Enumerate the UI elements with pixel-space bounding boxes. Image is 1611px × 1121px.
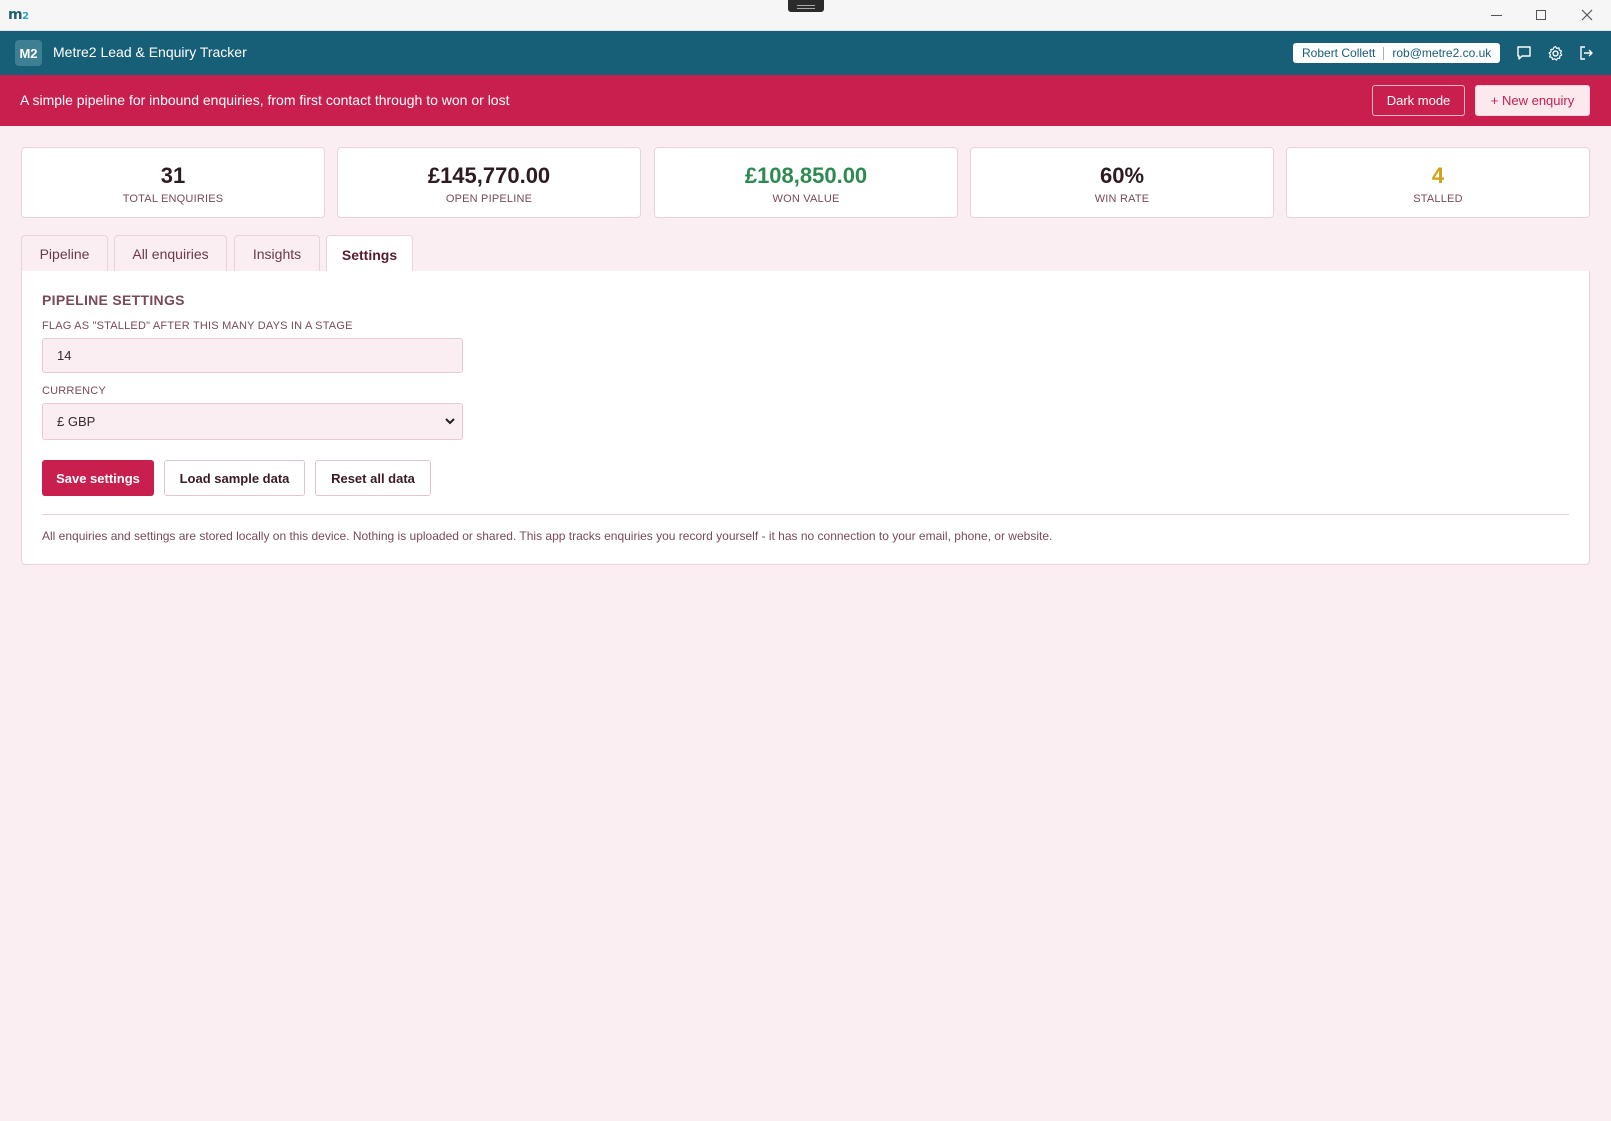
stat-value: 4: [1431, 163, 1445, 188]
banner-text: A simple pipeline for inbound enquiries,…: [20, 92, 510, 108]
tab-all-enquiries[interactable]: All enquiries: [114, 235, 227, 272]
new-enquiry-button[interactable]: + New enquiry: [1475, 85, 1590, 116]
stat-value: £145,770.00: [427, 163, 551, 188]
tab-settings[interactable]: Settings: [326, 235, 413, 274]
stat-card-win-rate: 60% WIN RATE: [970, 147, 1274, 218]
feedback-button[interactable]: [1514, 43, 1534, 63]
chevron-down-icon: [445, 418, 455, 425]
stat-value: 31: [160, 163, 186, 188]
save-settings-button[interactable]: Save settings: [42, 460, 154, 496]
logout-button[interactable]: [1576, 43, 1596, 63]
chat-icon: [1517, 46, 1531, 60]
stat-label: WIN RATE: [1094, 193, 1150, 205]
drag-handle[interactable]: [788, 0, 824, 12]
app-title: Metre2 Lead & Enquiry Tracker: [53, 44, 247, 60]
stat-card-open-pipeline: £145,770.00 OPEN PIPELINE: [337, 147, 641, 218]
stat-label: STALLED: [1413, 193, 1463, 205]
user-email: rob@metre2.co.uk: [1392, 46, 1492, 60]
divider: [42, 514, 1569, 515]
stat-card-won-value: £108,850.00 WON VALUE: [654, 147, 958, 218]
reset-all-data-button[interactable]: Reset all data: [315, 460, 431, 496]
app-badge: M2: [15, 40, 42, 66]
maximize-button[interactable]: [1518, 0, 1564, 30]
stat-label: WON VALUE: [772, 193, 840, 205]
dark-mode-button[interactable]: Dark mode: [1372, 85, 1465, 116]
maximize-icon: [1536, 10, 1546, 20]
minimize-icon: [1490, 14, 1502, 16]
tab-pipeline[interactable]: Pipeline: [21, 235, 108, 272]
user-pill-divider: [1383, 46, 1385, 60]
stalled-days-input[interactable]: 14: [42, 338, 463, 373]
stat-value: £108,850.00: [744, 163, 868, 188]
app-header: M2 Metre2 Lead & Enquiry Tracker Robert …: [0, 31, 1611, 75]
user-name: Robert Collett: [1302, 46, 1376, 60]
close-button[interactable]: [1564, 0, 1610, 30]
user-pill[interactable]: Robert Collett rob@metre2.co.uk: [1293, 43, 1501, 63]
settings-button[interactable]: [1545, 43, 1565, 63]
settings-panel: PIPELINE SETTINGS FLAG AS "STALLED" AFTE…: [21, 271, 1590, 565]
stalled-days-label: FLAG AS "STALLED" AFTER THIS MANY DAYS I…: [42, 320, 353, 332]
close-icon: [1581, 9, 1593, 21]
tab-insights[interactable]: Insights: [234, 235, 320, 272]
logout-icon: [1580, 46, 1593, 60]
app-logo-icon: m2: [8, 7, 29, 23]
stat-label: TOTAL ENQUIRIES: [122, 193, 224, 205]
section-title: PIPELINE SETTINGS: [42, 292, 185, 308]
gear-icon: [1548, 45, 1562, 61]
currency-value: £ GBP: [57, 414, 96, 429]
stat-label: OPEN PIPELINE: [445, 193, 533, 205]
stat-card-total-enquiries: 31 TOTAL ENQUIRIES: [21, 147, 325, 218]
currency-select[interactable]: £ GBP: [42, 403, 463, 440]
stat-card-stalled: 4 STALLED: [1286, 147, 1590, 218]
banner: A simple pipeline for inbound enquiries,…: [0, 75, 1611, 126]
window-titlebar: m2: [0, 0, 1611, 31]
stat-value: 60%: [1099, 163, 1145, 188]
minimize-button[interactable]: [1473, 0, 1519, 30]
currency-label: CURRENCY: [42, 385, 106, 397]
load-sample-data-button[interactable]: Load sample data: [164, 460, 305, 496]
privacy-footnote: All enquiries and settings are stored lo…: [42, 529, 1053, 543]
